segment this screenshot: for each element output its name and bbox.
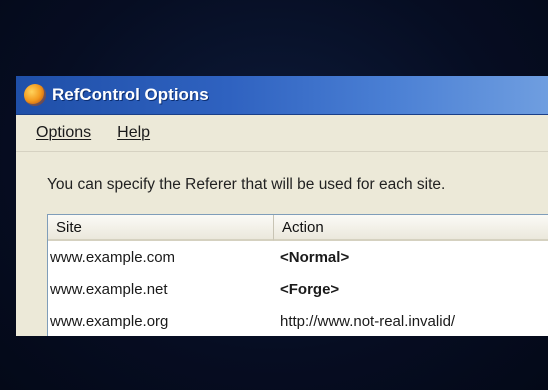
site-action-list[interactable]: Site Action www.example.com <Normal> www…: [47, 214, 548, 336]
menu-help[interactable]: Help: [117, 124, 150, 142]
menu-options[interactable]: Options: [36, 124, 91, 142]
site-cell: www.example.net: [50, 280, 168, 298]
refcontrol-options-window: RefControl Options Options Help You can …: [16, 76, 548, 336]
column-header-site[interactable]: Site: [48, 215, 274, 241]
table-row[interactable]: www.example.com <Normal>: [48, 241, 548, 273]
list-header: Site Action: [48, 215, 548, 241]
action-cell: <Forge>: [280, 280, 340, 298]
action-cell: <Normal>: [280, 248, 350, 266]
action-cell: http://www.not-real.invalid/: [280, 312, 456, 330]
column-header-action[interactable]: Action: [274, 215, 548, 241]
title-bar[interactable]: RefControl Options: [16, 76, 548, 115]
menu-bar: Options Help: [16, 115, 548, 152]
window-title: RefControl Options: [52, 85, 209, 104]
site-cell: www.example.org: [50, 312, 169, 330]
table-row[interactable]: www.example.org http://www.not-real.inva…: [48, 305, 548, 336]
firefox-icon: [24, 84, 46, 106]
description-text: You can specify the Referer that will be…: [47, 176, 446, 193]
table-row[interactable]: www.example.net <Forge>: [48, 273, 548, 305]
site-cell: www.example.com: [50, 248, 176, 266]
